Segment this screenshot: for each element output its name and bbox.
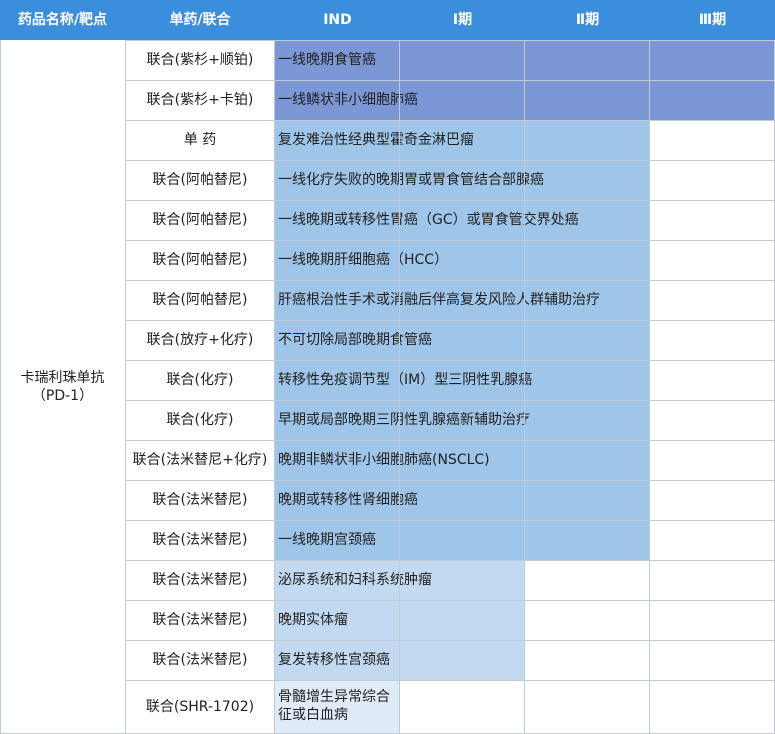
grid-line: [125, 40, 126, 734]
drug-name: 卡瑞利珠单抗: [20, 370, 105, 386]
table-header: 药品名称/靶点 单药/联合 IND Ⅰ期 Ⅱ期 Ⅲ期: [0, 0, 775, 40]
indication-text: 泌尿系统和妇科系统肿瘤: [278, 572, 432, 588]
indication-text: 一线晚期宫颈癌: [278, 532, 376, 548]
grid-line: [125, 320, 775, 321]
mode-cell: 联合(法米替尼): [152, 532, 248, 548]
mode-cell: 联合(SHR-1702): [145, 699, 255, 715]
grid-line: [274, 40, 275, 734]
indication-text: 一线晚期肝细胞癌（HCC）: [278, 252, 449, 268]
indication-text: 一线晚期或转移性胃癌（GC）或胃食管交界处癌: [278, 212, 579, 228]
indication-text: 晚期实体瘤: [278, 612, 348, 628]
indication-text: 复发转移性宫颈癌: [278, 652, 390, 668]
grid-line: [125, 360, 775, 361]
header-drug: 药品名称/靶点: [17, 12, 108, 28]
header-phase2: Ⅱ期: [575, 12, 600, 28]
indication-text: 晚期非鳞状非小细胞肺癌(NSCLC): [278, 452, 490, 468]
grid-line: [125, 680, 775, 681]
grid-line: [125, 560, 775, 561]
grid-line: [125, 40, 775, 41]
indication-text: 转移性免疫调节型（IM）型三阴性乳腺癌: [278, 372, 533, 388]
grid-line: [125, 160, 775, 161]
grid-line: [125, 280, 775, 281]
indication-text: 一线鳞状非小细胞肺癌: [278, 92, 418, 108]
indication-text: 一线化疗失败的晚期胃或胃食管结合部腺癌: [278, 172, 544, 188]
grid-line: [125, 120, 775, 121]
grid-line: [399, 40, 400, 734]
grid-line: [125, 640, 775, 641]
grid-line: [125, 80, 775, 81]
header-phase3: Ⅲ期: [698, 12, 727, 28]
grid-line: [125, 200, 775, 201]
mode-cell: 联合(阿帕替尼): [152, 212, 248, 228]
grid-line: [125, 400, 775, 401]
indication-text: 不可切除局部晚期食管癌: [278, 332, 432, 348]
grid-line: [125, 520, 775, 521]
mode-cell: 联合(紫杉+卡铂): [146, 92, 254, 108]
mode-cell: 联合(紫杉+顺铂): [146, 52, 254, 68]
grid-line: [649, 40, 650, 734]
mode-cell: 联合(法米替尼+化疗): [132, 452, 268, 468]
indication-text: 一线晚期食管癌: [278, 52, 376, 68]
mode-cell: 联合(法米替尼): [152, 652, 248, 668]
mode-cell: 联合(阿帕替尼): [152, 172, 248, 188]
grid-line: [0, 40, 1, 734]
grid-line: [125, 440, 775, 441]
indication-text: 骨髓增生异常综合征或白血病: [278, 689, 390, 723]
indication-text: 肝癌根治性手术或消融后伴高复发风险人群辅助治疗: [278, 292, 600, 308]
mode-cell: 联合(化疗): [166, 412, 234, 428]
grid-line: [125, 600, 775, 601]
drug-cell: 卡瑞利珠单抗 （PD-1）: [0, 40, 125, 734]
grid-line: [125, 480, 775, 481]
mode-cell: 联合(阿帕替尼): [152, 292, 248, 308]
mode-cell: 联合(放疗+化疗): [146, 332, 254, 348]
mode-cell: 联合(阿帕替尼): [152, 252, 248, 268]
header-ind: IND: [323, 12, 352, 28]
mode-cell: 单 药: [183, 132, 217, 148]
indication-text: 复发难治性经典型霍奇金淋巴瘤: [278, 132, 474, 148]
drug-target: （PD-1）: [31, 388, 94, 404]
mode-cell: 联合(法米替尼): [152, 612, 248, 628]
indication-text: 晚期或转移性肾细胞癌: [278, 492, 418, 508]
indication-text: 早期或局部晚期三阴性乳腺癌新辅助治疗: [278, 412, 530, 428]
pipeline-table: 药品名称/靶点 单药/联合 IND Ⅰ期 Ⅱ期 Ⅲ期 卡瑞利珠单抗 （PD-1）…: [0, 0, 775, 734]
mode-cell: 联合(法米替尼): [152, 492, 248, 508]
mode-cell: 联合(化疗): [166, 372, 234, 388]
grid-line: [524, 40, 525, 734]
header-phase1: Ⅰ期: [452, 12, 473, 28]
mode-cell: 联合(法米替尼): [152, 572, 248, 588]
grid-line: [125, 240, 775, 241]
header-mode: 单药/联合: [169, 12, 231, 28]
